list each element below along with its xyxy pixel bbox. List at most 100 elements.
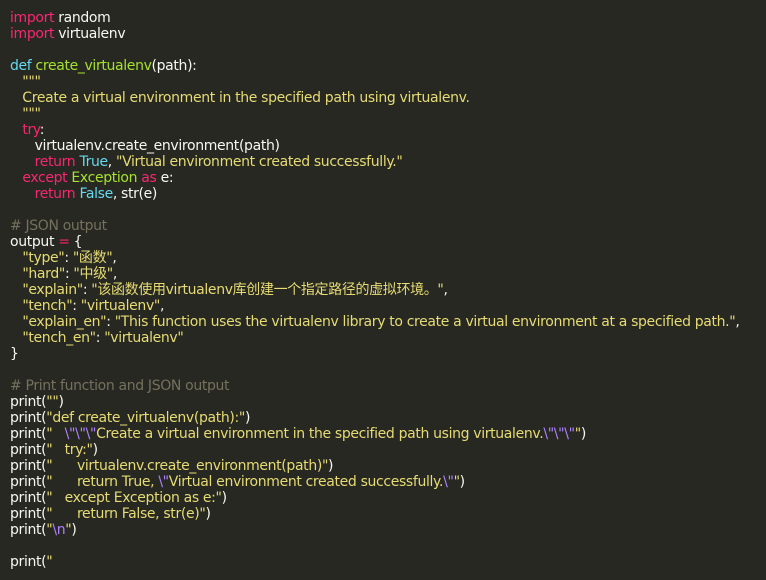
code-token: "This function uses the virtualenv libra… bbox=[114, 314, 736, 330]
code-token: ) bbox=[92, 442, 98, 458]
code-token: "virtualenv" bbox=[80, 298, 161, 314]
code-line: "tench": "virtualenv", bbox=[10, 298, 739, 314]
code-token: ) bbox=[205, 506, 211, 522]
code-line: print(" bbox=[10, 554, 739, 570]
code-token: " virtualenv.create_environment(path)" bbox=[46, 458, 329, 474]
code-token: as bbox=[141, 170, 157, 186]
code-token: import bbox=[10, 26, 55, 42]
code-token: def bbox=[10, 58, 32, 74]
code-token: print( bbox=[10, 426, 47, 442]
code-token: "中级" bbox=[73, 266, 113, 282]
code-token: print( bbox=[10, 490, 47, 506]
code-token: "explain" bbox=[22, 282, 83, 298]
code-token: output bbox=[10, 234, 59, 250]
code-line: return True, "Virtual environment create… bbox=[10, 154, 739, 170]
code-token: \n bbox=[52, 522, 66, 538]
code-line: print(" try:") bbox=[10, 442, 739, 458]
code-line: try: bbox=[10, 122, 739, 138]
code-line: print("") bbox=[10, 394, 739, 410]
code-area[interactable]: import random import virtualenv def creat… bbox=[10, 10, 740, 570]
code-line: } bbox=[10, 346, 739, 362]
code-token: "tench_en" bbox=[22, 330, 96, 346]
code-token: " try:" bbox=[46, 442, 93, 458]
code-line: "explain": "该函数使用virtualenv库创建一个指定路径的虚拟环… bbox=[10, 282, 739, 298]
code-token: """ bbox=[10, 74, 41, 90]
code-token: virtualenv.create_environment(path) bbox=[10, 138, 280, 154]
code-token: e: bbox=[156, 170, 174, 186]
code-token: "explain_en" bbox=[22, 314, 107, 330]
code-token: Create a virtual environment in the spec… bbox=[10, 90, 470, 106]
code-token: return bbox=[34, 154, 76, 170]
code-token: , bbox=[159, 298, 165, 314]
code-token: : bbox=[95, 330, 105, 346]
code-token: ) bbox=[58, 394, 64, 410]
code-token: print( bbox=[10, 410, 47, 426]
code-token: \" bbox=[75, 426, 86, 442]
code-token: , bbox=[107, 154, 116, 170]
code-line: # JSON output bbox=[10, 218, 739, 234]
code-line: print(" except Exception as e:") bbox=[10, 490, 739, 506]
code-token: : bbox=[72, 298, 81, 314]
code-line: import random bbox=[10, 10, 739, 26]
code-token: print( bbox=[10, 474, 47, 490]
code-token: print( bbox=[10, 522, 47, 538]
code-token: , bbox=[112, 250, 117, 266]
code-token: print( bbox=[10, 506, 47, 522]
code-token: ) bbox=[580, 426, 586, 442]
code-token: = bbox=[58, 234, 70, 250]
code-token: \" bbox=[553, 426, 565, 442]
code-line: print(" virtualenv.create_environment(pa… bbox=[10, 458, 739, 474]
code-token: print( bbox=[10, 458, 47, 474]
code-token: : bbox=[39, 122, 45, 138]
code-token: " except Exception as e:" bbox=[46, 490, 222, 506]
code-token: \" bbox=[543, 426, 554, 442]
code-token: \" bbox=[64, 426, 76, 442]
code-line: "type": "函数", bbox=[10, 250, 739, 266]
code-token: , bbox=[112, 266, 118, 282]
code-token: """ bbox=[10, 106, 41, 122]
code-token: # Print function and JSON output bbox=[10, 378, 230, 394]
code-token: " bbox=[46, 426, 65, 442]
code-editor[interactable]: import random import virtualenv def creat… bbox=[0, 0, 766, 580]
code-token: ) bbox=[244, 410, 251, 426]
code-token: \" bbox=[443, 474, 454, 490]
code-token: import bbox=[10, 10, 55, 26]
code-line: print("def create_virtualenv(path):") bbox=[10, 410, 739, 426]
code-token: "virtualenv" bbox=[104, 330, 184, 346]
code-line: def create_virtualenv(path): bbox=[10, 58, 739, 74]
code-line: Create a virtual environment in the spec… bbox=[10, 90, 739, 106]
code-token: "def create_virtualenv(path):" bbox=[46, 410, 245, 426]
code-token: Exception bbox=[71, 170, 138, 186]
code-line: "explain_en": "This function uses the vi… bbox=[10, 314, 740, 330]
code-token: } bbox=[10, 346, 19, 362]
code-token: : bbox=[106, 314, 115, 330]
code-line: """ bbox=[10, 74, 739, 90]
code-token: "hard" bbox=[22, 266, 65, 282]
code-token: ) bbox=[71, 522, 77, 538]
code-token: \" bbox=[158, 474, 169, 490]
code-line: return False, str(e) bbox=[10, 186, 739, 202]
code-token: "该函数使用virtualenv库创建一个指定路径的虚拟环境。" bbox=[91, 282, 444, 298]
code-token: " return True, bbox=[46, 474, 159, 490]
code-token: "" bbox=[46, 394, 59, 410]
code-line: print(" \"\"\"Create a virtual environme… bbox=[10, 426, 739, 442]
code-token: Create a virtual environment in the spec… bbox=[96, 426, 544, 442]
code-line: "tench_en": "virtualenv" bbox=[10, 330, 739, 346]
code-token: ) bbox=[459, 474, 465, 490]
code-token: create_virtualenv bbox=[35, 58, 152, 74]
code-token: # JSON output bbox=[10, 218, 107, 234]
code-token: " bbox=[46, 554, 53, 570]
code-token: ) bbox=[221, 490, 227, 506]
code-line: virtualenv.create_environment(path) bbox=[10, 138, 739, 154]
code-line: except Exception as e: bbox=[10, 170, 739, 186]
